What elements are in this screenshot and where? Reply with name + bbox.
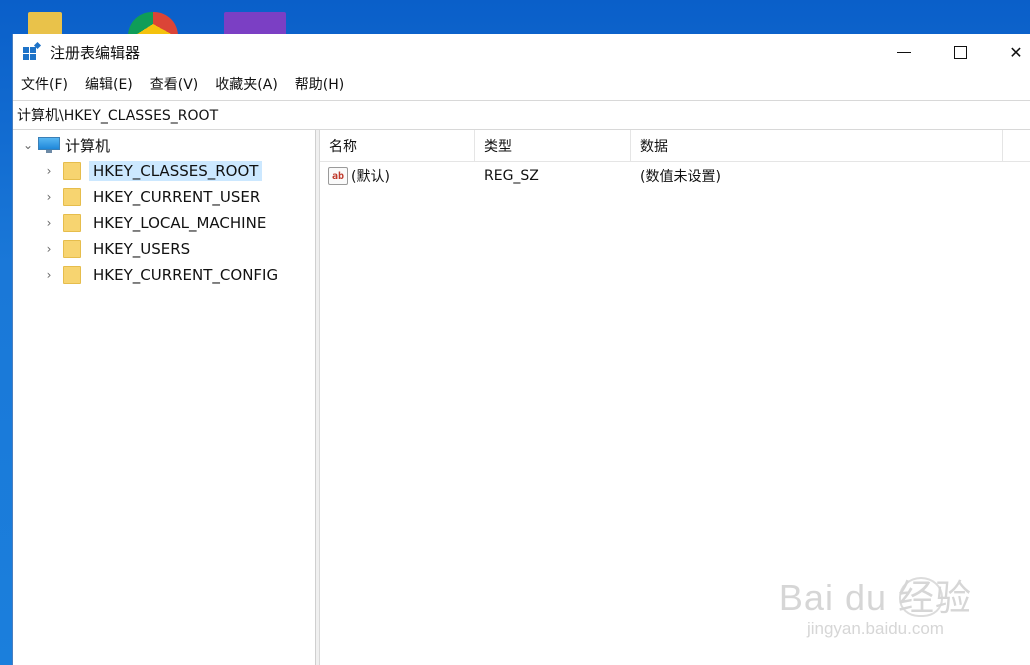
value-name: (默认) [351,169,390,185]
maximize-icon [953,45,967,59]
chevron-right-icon[interactable]: › [42,190,56,204]
address-bar[interactable]: 计算机\HKEY_CLASSES_ROOT [13,100,1030,130]
main-panes: ⌄ 计算机 › HKEY_CLASSES_ROOT › HKEY_CURRENT… [13,130,1030,665]
value-name-cell: ab (默认) [320,166,475,186]
chevron-right-icon[interactable]: › [42,216,56,230]
value-type: REG_SZ [484,168,539,184]
folder-icon [63,214,81,232]
column-header-name[interactable]: 名称 [320,130,475,161]
tree-item-hkey-users[interactable]: › HKEY_USERS [13,236,315,262]
close-icon: ✕ [1009,42,1023,62]
registry-editor-window: 注册表编辑器 ✕ 文件(F) 编辑(E) 查看(V) 收藏夹(A) 帮助(H) … [12,34,1030,665]
tree-item-hkey-classes-root[interactable]: › HKEY_CLASSES_ROOT [13,158,315,184]
tree-item-hkey-current-user[interactable]: › HKEY_CURRENT_USER [13,184,315,210]
address-path: 计算机\HKEY_CLASSES_ROOT [17,108,219,124]
list-header: 名称 类型 数据 [320,130,1030,162]
folder-icon [63,188,81,206]
minimize-icon [897,51,911,53]
tree-item-label: HKEY_USERS [93,240,191,258]
string-value-icon: ab [328,167,348,185]
chevron-down-icon[interactable]: ⌄ [21,138,35,152]
chrome-icon[interactable] [128,12,178,36]
menu-edit[interactable]: 编辑(E) [83,71,142,97]
column-header-type[interactable]: 类型 [475,130,631,161]
close-button[interactable]: ✕ [988,34,1030,70]
onenote-icon[interactable] [224,12,286,36]
registry-tree: ⌄ 计算机 › HKEY_CLASSES_ROOT › HKEY_CURRENT… [13,130,316,665]
list-item[interactable]: ab (默认) REG_SZ (数值未设置) [320,162,1030,190]
minimize-button[interactable] [876,34,932,70]
tree-item-label: HKEY_CLASSES_ROOT [89,161,263,181]
value-data: (数值未设置) [640,169,721,185]
maximize-button[interactable] [932,34,988,70]
tree-item-label: HKEY_LOCAL_MACHINE [93,214,267,232]
folder-icon [63,266,81,284]
chevron-right-icon[interactable]: › [42,242,56,256]
menu-favorites[interactable]: 收藏夹(A) [213,71,287,97]
menu-file[interactable]: 文件(F) [19,71,77,97]
tree-item-hkey-current-config[interactable]: › HKEY_CURRENT_CONFIG [13,262,315,288]
desktop-background [0,0,1030,36]
desktop-folder-icon[interactable] [28,12,62,36]
tree-item-label: HKEY_CURRENT_USER [93,188,261,206]
window-title: 注册表编辑器 [50,43,141,62]
folder-icon [63,162,81,180]
registry-editor-icon [23,41,42,61]
tree-item-label: HKEY_CURRENT_CONFIG [93,266,279,284]
folder-icon [63,240,81,258]
menu-bar: 文件(F) 编辑(E) 查看(V) 收藏夹(A) 帮助(H) [13,70,1030,98]
menu-help[interactable]: 帮助(H) [293,71,353,97]
baidu-paw-logo [899,577,943,617]
tree-item-label: 计算机 [65,136,111,155]
chevron-right-icon[interactable]: › [42,164,56,178]
title-bar[interactable]: 注册表编辑器 ✕ [13,34,1030,70]
tree-item-computer[interactable]: ⌄ 计算机 [13,132,315,158]
column-header-data[interactable]: 数据 [631,130,1003,161]
chevron-right-icon[interactable]: › [42,268,56,282]
menu-view[interactable]: 查看(V) [148,71,208,97]
tree-item-hkey-local-machine[interactable]: › HKEY_LOCAL_MACHINE [13,210,315,236]
computer-icon [38,137,60,153]
